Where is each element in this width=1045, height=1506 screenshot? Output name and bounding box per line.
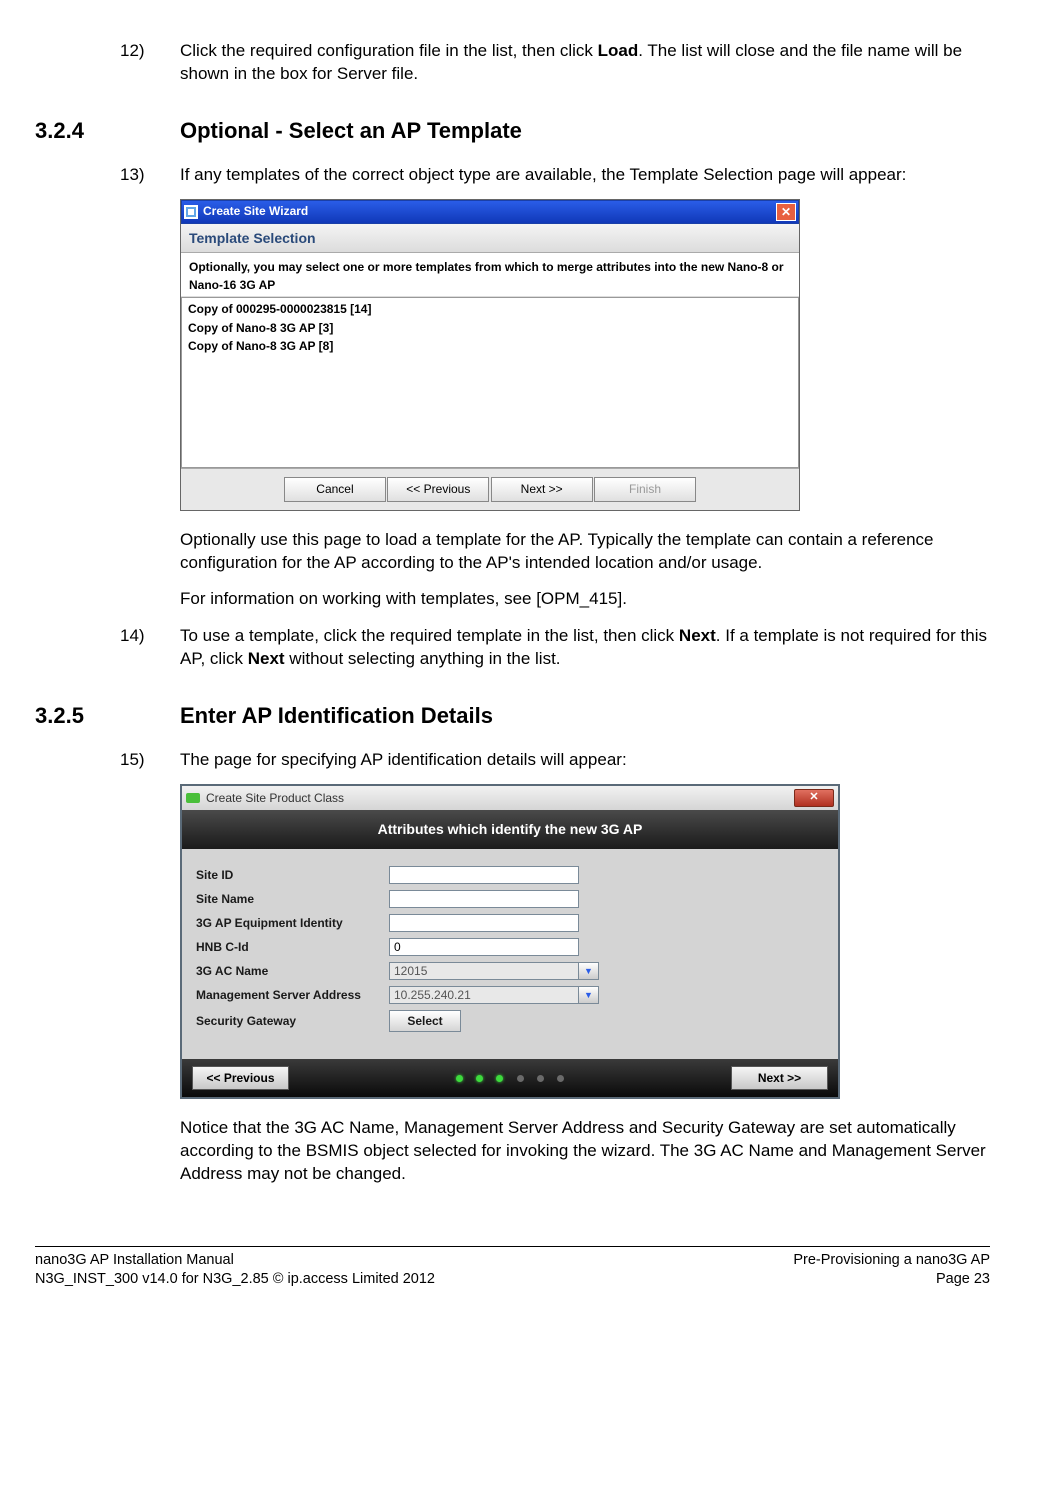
next-button[interactable]: Next >>	[491, 477, 593, 501]
section-title: Optional - Select an AP Template	[180, 116, 522, 146]
wizard-titlebar: Create Site Wizard ✕	[181, 200, 799, 224]
previous-button[interactable]: << Previous	[192, 1066, 289, 1090]
step-15: 15) The page for specifying AP identific…	[35, 749, 990, 772]
footer-left: nano3G AP Installation Manual N3G_INST_3…	[35, 1251, 435, 1290]
progress-dot-icon	[517, 1075, 524, 1082]
ap-identification-wizard: Create Site Product Class ✕ Attributes w…	[180, 784, 840, 1099]
step-12: 12) Click the required configuration fil…	[35, 40, 990, 86]
next-button[interactable]: Next >>	[731, 1066, 828, 1090]
list-item[interactable]: Copy of Nano-8 3G AP [8]	[186, 337, 794, 355]
ac-name-input	[389, 962, 579, 980]
paragraph: For information on working with template…	[180, 588, 990, 611]
security-gateway-label: Security Gateway	[192, 1007, 385, 1035]
mgmt-server-combo[interactable]: ▼	[389, 986, 599, 1004]
chevron-down-icon[interactable]: ▼	[579, 986, 599, 1004]
paragraph: Notice that the 3G AC Name, Management S…	[180, 1117, 990, 1186]
hnb-cid-label: HNB C-Id	[192, 935, 385, 959]
progress-dot-icon	[476, 1075, 483, 1082]
site-name-label: Site Name	[192, 887, 385, 911]
wizard-title: Create Site Wizard	[203, 203, 308, 219]
step-number: 12)	[35, 40, 180, 86]
progress-dot-icon	[496, 1075, 503, 1082]
site-id-label: Site ID	[192, 863, 385, 887]
wizard-title: Create Site Product Class	[206, 790, 344, 806]
chapter-title: Pre-Provisioning a nano3G AP	[793, 1251, 990, 1271]
step-number: 14)	[35, 625, 180, 671]
progress-dots	[289, 1070, 731, 1086]
ac-name-label: 3G AC Name	[192, 959, 385, 983]
footer-right: Pre-Provisioning a nano3G AP Page 23	[793, 1251, 990, 1290]
step-text: To use a template, click the required te…	[180, 625, 990, 671]
list-item[interactable]: Copy of Nano-8 3G AP [3]	[186, 319, 794, 337]
finish-button: Finish	[594, 477, 696, 501]
equipment-identity-input[interactable]	[389, 914, 579, 932]
step-13: 13) If any templates of the correct obje…	[35, 164, 990, 187]
section-number: 3.2.5	[35, 701, 180, 731]
page-number: Page 23	[793, 1270, 990, 1290]
section-title: Enter AP Identification Details	[180, 701, 493, 731]
select-gateway-button[interactable]: Select	[389, 1010, 461, 1032]
template-selection-wizard: Create Site Wizard ✕ Template Selection …	[180, 199, 800, 511]
cancel-button[interactable]: Cancel	[284, 477, 386, 501]
mgmt-server-label: Management Server Address	[192, 983, 385, 1007]
wizard-footer: << Previous Next >>	[182, 1059, 838, 1097]
template-list[interactable]: Copy of 000295-0000023815 [14] Copy of N…	[181, 297, 799, 468]
wizard-form: Site ID Site Name 3G AP Equipment Identi…	[182, 849, 838, 1059]
step-text: The page for specifying AP identificatio…	[180, 749, 990, 772]
mgmt-server-input	[389, 986, 579, 1004]
hnb-cid-input[interactable]	[389, 938, 579, 956]
progress-dot-icon	[537, 1075, 544, 1082]
page-footer: nano3G AP Installation Manual N3G_INST_3…	[35, 1246, 990, 1290]
previous-button[interactable]: << Previous	[387, 477, 489, 501]
chevron-down-icon[interactable]: ▼	[579, 962, 599, 980]
section-heading-325: 3.2.5 Enter AP Identification Details	[35, 701, 990, 731]
close-icon[interactable]: ✕	[776, 203, 796, 221]
progress-dot-icon	[456, 1075, 463, 1082]
section-number: 3.2.4	[35, 116, 180, 146]
wizard-titlebar: Create Site Product Class ✕	[182, 786, 838, 810]
wizard-header: Attributes which identify the new 3G AP	[182, 810, 838, 849]
paragraph: Optionally use this page to load a templ…	[180, 529, 990, 575]
step-number: 13)	[35, 164, 180, 187]
close-icon[interactable]: ✕	[794, 789, 834, 807]
equipment-identity-label: 3G AP Equipment Identity	[192, 911, 385, 935]
step-number: 15)	[35, 749, 180, 772]
progress-dot-icon	[557, 1075, 564, 1082]
doc-version: N3G_INST_300 v14.0 for N3G_2.85 © ip.acc…	[35, 1270, 435, 1290]
manual-title: nano3G AP Installation Manual	[35, 1251, 435, 1271]
wizard-subheader: Template Selection	[181, 224, 799, 254]
list-item[interactable]: Copy of 000295-0000023815 [14]	[186, 300, 794, 318]
site-id-input[interactable]	[389, 866, 579, 884]
step-text: Click the required configuration file in…	[180, 40, 990, 86]
section-heading-324: 3.2.4 Optional - Select an AP Template	[35, 116, 990, 146]
wizard-instruction: Optionally, you may select one or more t…	[181, 253, 799, 297]
step-14: 14) To use a template, click the require…	[35, 625, 990, 671]
app-icon	[186, 793, 200, 803]
step-text: If any templates of the correct object t…	[180, 164, 990, 187]
ac-name-combo[interactable]: ▼	[389, 962, 599, 980]
wizard-icon	[184, 205, 198, 219]
site-name-input[interactable]	[389, 890, 579, 908]
wizard-footer: Cancel << Previous Next >> Finish	[181, 468, 799, 509]
